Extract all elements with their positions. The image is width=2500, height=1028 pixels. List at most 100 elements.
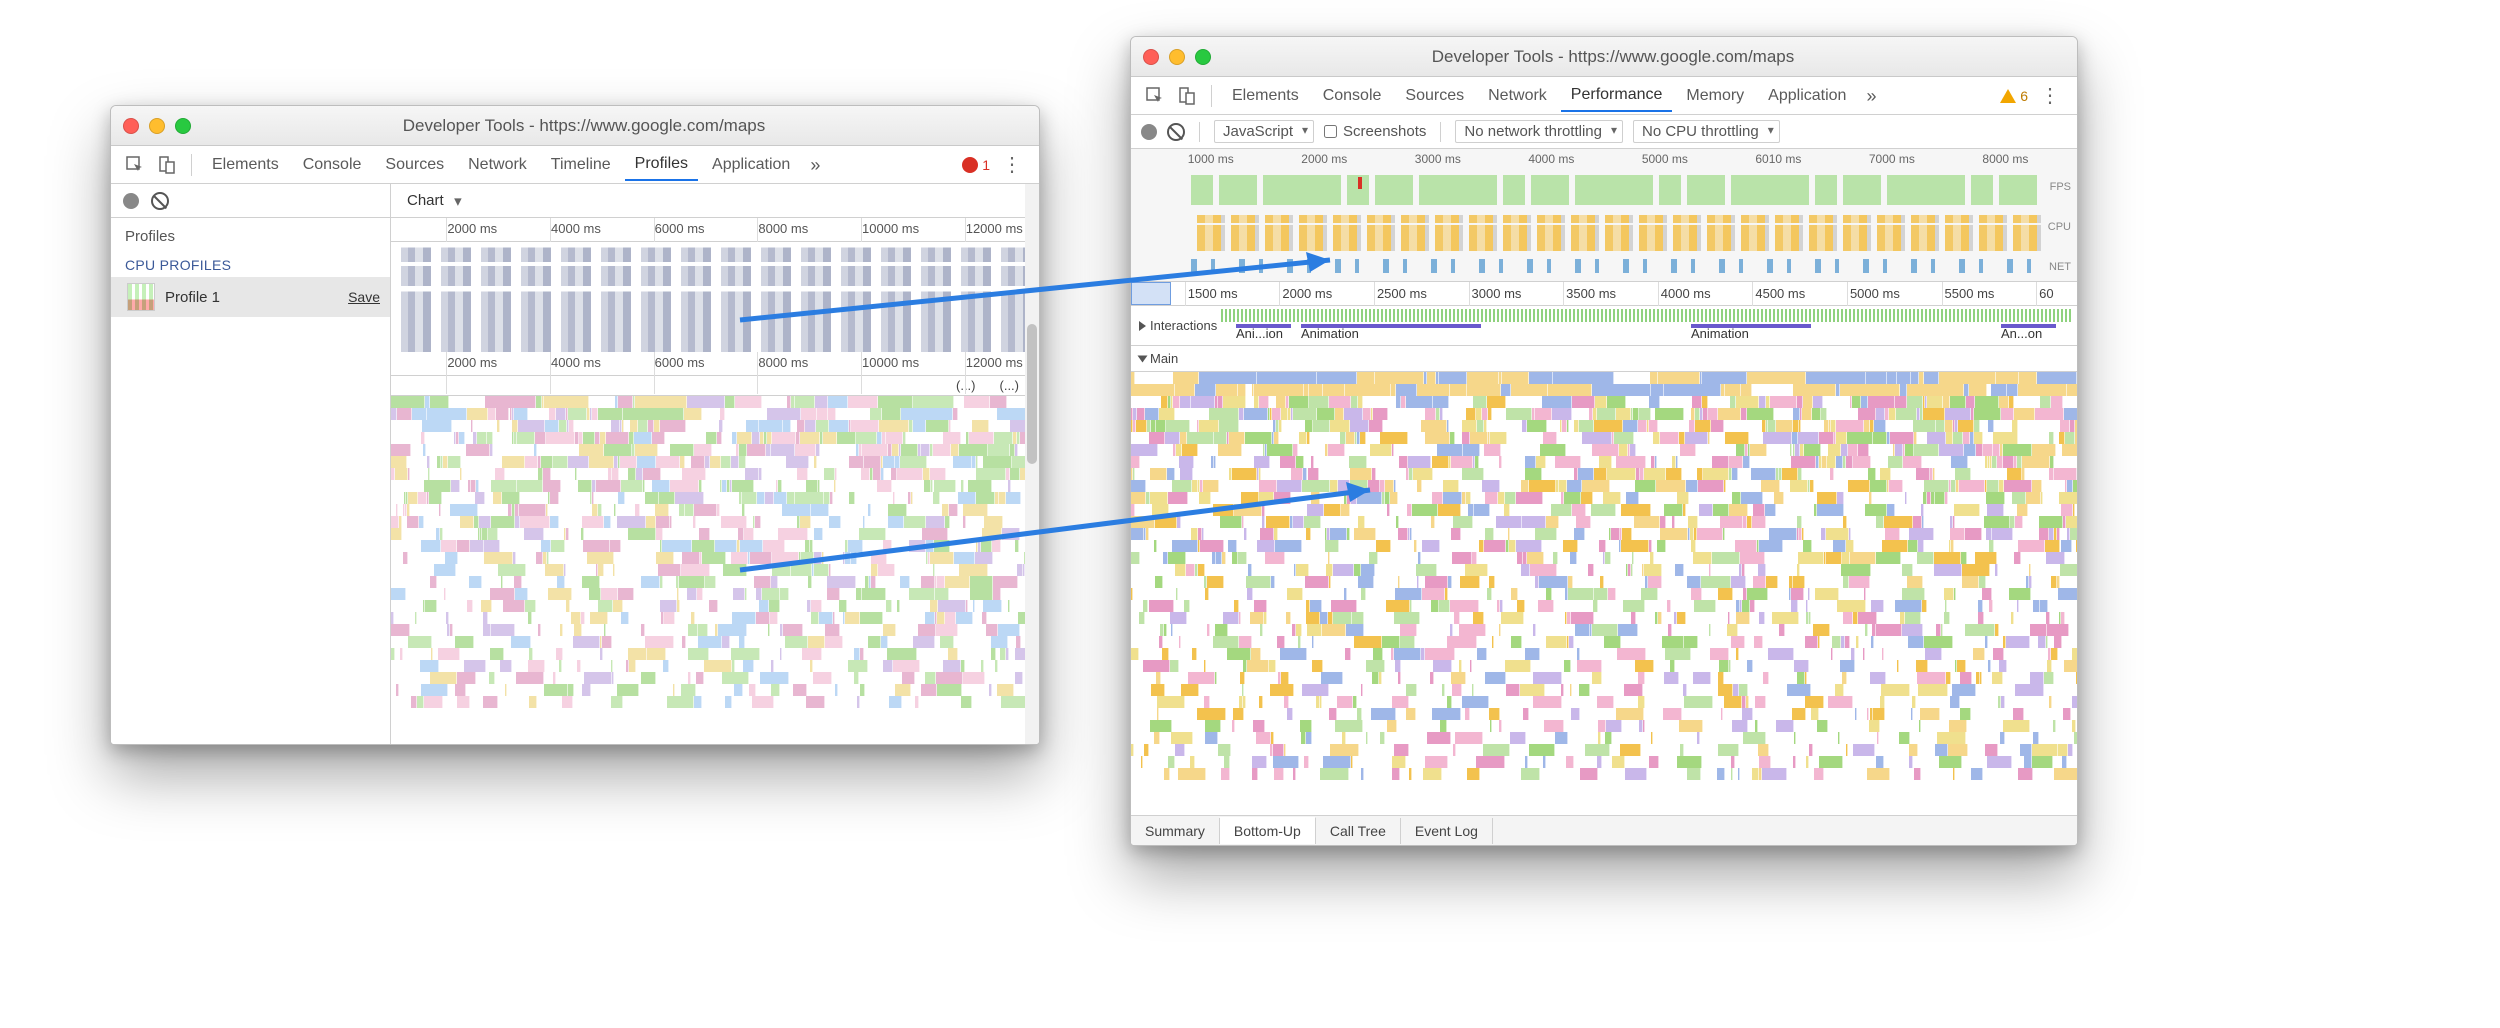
vertical-scrollbar[interactable]: [1025, 184, 1039, 744]
record-button[interactable]: [1141, 124, 1157, 140]
close-window-button[interactable]: [1143, 49, 1159, 65]
animation-span-label: Animation: [1691, 326, 1749, 341]
record-button[interactable]: [123, 193, 139, 209]
tab-sources[interactable]: Sources: [375, 150, 454, 180]
performance-overview[interactable]: 1000 ms 2000 ms 3000 ms 4000 ms 5000 ms …: [1131, 149, 2077, 282]
error-count-badge[interactable]: 1: [962, 157, 990, 173]
screenshots-checkbox[interactable]: Screenshots: [1324, 123, 1426, 140]
capture-select[interactable]: JavaScript: [1214, 120, 1314, 143]
performance-toolbar: JavaScript Screenshots No network thrott…: [1131, 115, 2077, 149]
tab-call-tree[interactable]: Call Tree: [1316, 818, 1401, 844]
warning-count-badge[interactable]: 6: [2000, 88, 2028, 104]
ruler-tick: 1000 ms: [1188, 152, 1234, 166]
overview-lanes: FPS CPU NET: [1131, 171, 2077, 281]
devtools-window-profiles: Developer Tools - https://www.google.com…: [110, 105, 1040, 745]
interactions-track-header[interactable]: Interactions: [1131, 306, 1225, 345]
clear-button[interactable]: [1167, 123, 1185, 141]
separator: [191, 154, 192, 176]
tab-event-log[interactable]: Event Log: [1401, 818, 1493, 844]
cpu-throttle-select[interactable]: No CPU throttling: [1633, 120, 1780, 143]
ruler-tick: 4500 ms: [1755, 286, 1805, 301]
separator: [1199, 122, 1200, 142]
ruler-tick: 1500 ms: [1188, 286, 1238, 301]
overview-ruler: 1000 ms 2000 ms 3000 ms 4000 ms 5000 ms …: [1131, 149, 2077, 171]
tab-network[interactable]: Network: [1478, 81, 1557, 111]
fps-lane: [1191, 175, 2041, 205]
ruler-tick: 4000 ms: [1661, 286, 1711, 301]
main-flame-chart[interactable]: [1131, 372, 2077, 815]
screenshots-checkbox-input[interactable]: [1324, 125, 1337, 138]
tab-profiles[interactable]: Profiles: [625, 149, 698, 181]
profile-view-toolbar: Chart: [391, 184, 1039, 218]
separator: [1211, 85, 1212, 107]
ruler-tick: 3000 ms: [1472, 286, 1522, 301]
tab-elements[interactable]: Elements: [202, 150, 289, 180]
tab-console[interactable]: Console: [1313, 81, 1392, 111]
tab-network[interactable]: Network: [458, 150, 537, 180]
cpu-overview-chart[interactable]: [391, 242, 1039, 352]
animation-span-label: Animation: [1301, 326, 1359, 341]
ruler-tick: 4000 ms: [551, 221, 601, 236]
tab-elements[interactable]: Elements: [1222, 81, 1309, 111]
ruler-tick: 12000 ms: [966, 221, 1023, 236]
scrollbar-thumb[interactable]: [1027, 324, 1037, 464]
time-range-selection[interactable]: [1131, 282, 1171, 305]
ruler-tick: 10000 ms: [862, 221, 919, 236]
tab-summary[interactable]: Summary: [1131, 818, 1220, 844]
zoom-window-button[interactable]: [175, 118, 191, 134]
ruler-tick: 6010 ms: [1755, 152, 1801, 166]
tab-application[interactable]: Application: [702, 150, 800, 180]
tabs-overflow-button[interactable]: »: [804, 156, 826, 174]
window-title: Developer Tools - https://www.google.com…: [1221, 47, 2065, 67]
main-track-header[interactable]: Main: [1131, 346, 1186, 371]
net-lane-label: NET: [2049, 261, 2071, 273]
clear-button[interactable]: [151, 192, 169, 210]
profile-name: Profile 1: [165, 289, 338, 306]
minimize-window-button[interactable]: [1169, 49, 1185, 65]
profile-thumbnail-icon: [127, 283, 155, 311]
tab-timeline[interactable]: Timeline: [541, 150, 621, 180]
profile-list-item[interactable]: Profile 1 Save: [111, 277, 390, 317]
titlebar[interactable]: Developer Tools - https://www.google.com…: [111, 106, 1039, 146]
devtools-tabstrip: Elements Console Sources Network Perform…: [1131, 77, 2077, 115]
network-throttle-select[interactable]: No network throttling: [1455, 120, 1623, 143]
inspect-element-icon[interactable]: [1141, 82, 1169, 110]
detail-ruler[interactable]: 1500 ms 2000 ms 2500 ms 3000 ms 3500 ms …: [1131, 282, 2077, 306]
inspect-element-icon[interactable]: [121, 151, 149, 179]
cpu-trace: [391, 242, 1039, 352]
traffic-lights: [1143, 49, 1211, 65]
flame-top-labels: (...) (...): [391, 376, 1039, 396]
overview-ruler[interactable]: 2000 ms 4000 ms 6000 ms 8000 ms 10000 ms…: [391, 218, 1039, 242]
device-toggle-icon[interactable]: [153, 151, 181, 179]
tab-console[interactable]: Console: [293, 150, 372, 180]
tab-bottom-up[interactable]: Bottom-Up: [1220, 817, 1316, 844]
flame-ruler[interactable]: 2000 ms 4000 ms 6000 ms 8000 ms 10000 ms…: [391, 352, 1039, 376]
ruler-tick: 3500 ms: [1566, 286, 1616, 301]
fps-lane-label: FPS: [2050, 181, 2071, 193]
tab-performance[interactable]: Performance: [1561, 80, 1673, 112]
main-track[interactable]: Main: [1131, 346, 2077, 372]
profile-save-link[interactable]: Save: [348, 289, 380, 305]
tab-sources[interactable]: Sources: [1395, 81, 1474, 111]
settings-menu-icon[interactable]: ⋮: [994, 152, 1029, 177]
frame-label: (...): [1000, 378, 1020, 395]
tabs-overflow-button[interactable]: »: [1860, 87, 1882, 105]
minimize-window-button[interactable]: [149, 118, 165, 134]
view-select[interactable]: Chart: [403, 190, 466, 211]
tab-memory[interactable]: Memory: [1676, 81, 1754, 111]
screenshots-label: Screenshots: [1343, 123, 1426, 140]
interactions-track[interactable]: Interactions Ani...ion Animation Animati…: [1131, 306, 2077, 346]
ruler-tick: 8000 ms: [1982, 152, 2028, 166]
flame-chart[interactable]: [391, 396, 1039, 744]
zoom-window-button[interactable]: [1195, 49, 1211, 65]
settings-menu-icon[interactable]: ⋮: [2032, 83, 2067, 108]
frame-label: (...): [956, 378, 976, 395]
disclosure-icon: [1138, 355, 1148, 362]
titlebar[interactable]: Developer Tools - https://www.google.com…: [1131, 37, 2077, 77]
traffic-lights: [123, 118, 191, 134]
device-toggle-icon[interactable]: [1173, 82, 1201, 110]
tab-application[interactable]: Application: [1758, 81, 1856, 111]
animation-span-label: Ani...ion: [1236, 326, 1283, 341]
close-window-button[interactable]: [123, 118, 139, 134]
sidebar-toolbar: [111, 184, 390, 218]
